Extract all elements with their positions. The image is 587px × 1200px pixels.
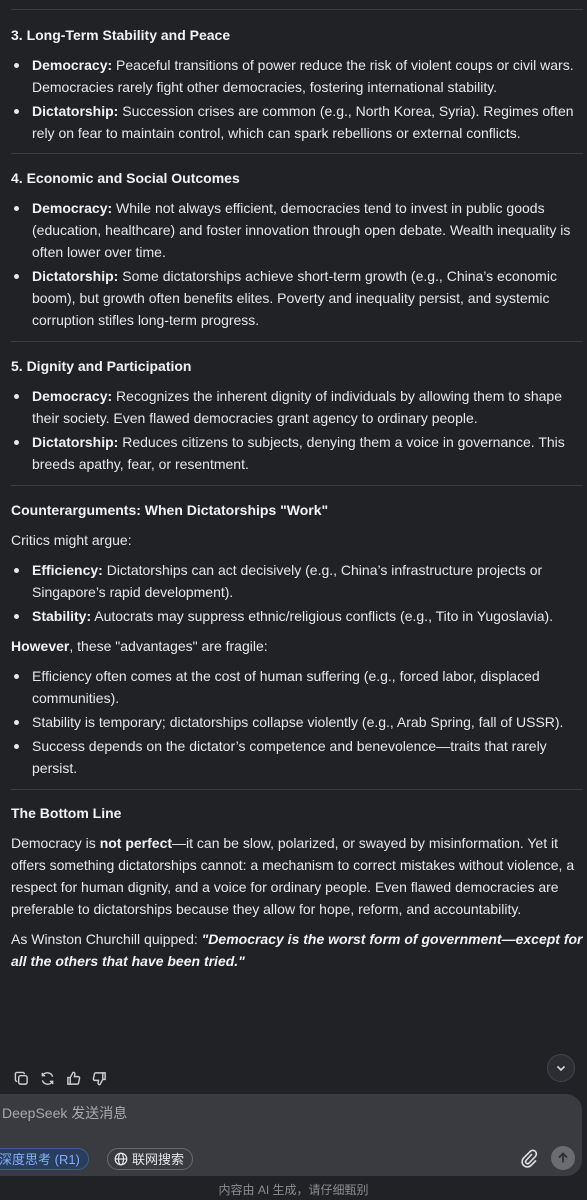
quote-paragraph: As Winston Churchill quipped: "Democracy…	[11, 928, 583, 972]
counterarguments-section: Counterarguments: When Dictatorships "Wo…	[11, 499, 583, 779]
bullet-label: Democracy:	[32, 388, 113, 404]
attach-button[interactable]	[518, 1148, 540, 1170]
section-title: The Bottom Line	[11, 805, 122, 821]
bullet-text: Autocrats may suppress ethnic/religious …	[94, 608, 554, 624]
section-title: 4. Economic and Social Outcomes	[11, 170, 240, 186]
however-text: However, these "advantages" are fragile:	[11, 635, 583, 657]
message-actions	[11, 1068, 109, 1088]
list-item: Dictatorship: Some dictatorships achieve…	[11, 265, 583, 331]
bullet-label: Democracy:	[32, 200, 113, 216]
bullet-label: Democracy:	[32, 57, 113, 73]
divider	[11, 9, 583, 10]
divider	[11, 153, 583, 154]
deep-think-toggle[interactable]: 深度思考 (R1)	[0, 1148, 89, 1170]
section-5: 5. Dignity and Participation Democracy: …	[11, 355, 583, 475]
section-title: 5. Dignity and Participation	[11, 358, 192, 374]
ai-disclaimer: 内容由 AI 生成，请仔细甄别	[218, 1183, 369, 1197]
paperclip-icon	[521, 1149, 538, 1168]
text-run: As Winston Churchill quipped:	[11, 931, 202, 947]
bullet-text: Dictatorships can act decisively (e.g., …	[32, 562, 543, 600]
assistant-message: 3. Long-Term Stability and Peace Democra…	[11, 0, 583, 972]
bullet-label: Dictatorship:	[32, 434, 119, 450]
bottom-paragraph: Democracy is not perfect—it can be slow,…	[11, 832, 583, 920]
scroll-down-button[interactable]	[547, 1054, 575, 1082]
bold-run: not perfect	[99, 835, 173, 851]
message-input[interactable]: DeepSeek 发送消息	[2, 1102, 522, 1124]
section-3: 3. Long-Term Stability and Peace Democra…	[11, 24, 583, 144]
however-bold: However	[11, 638, 70, 654]
list-item: Efficiency often comes at the cost of hu…	[11, 665, 583, 709]
list-item: Stability is temporary; dictatorships co…	[11, 711, 583, 733]
section-4: 4. Economic and Social Outcomes Democrac…	[11, 167, 583, 331]
web-search-toggle[interactable]: 联网搜索	[107, 1148, 194, 1170]
bullet-text: Peaceful transitions of power reduce the…	[32, 57, 574, 95]
list-item: Dictatorship: Reduces citizens to subjec…	[11, 431, 583, 475]
bullet-label: Dictatorship:	[32, 103, 119, 119]
bullet-text: While not always efficient, democracies …	[32, 200, 571, 260]
list-item: Success depends on the dictator’s compet…	[11, 735, 583, 779]
divider	[11, 485, 583, 486]
thumbs-down-icon[interactable]	[89, 1068, 109, 1088]
list-item: Stability: Autocrats may suppress ethnic…	[11, 605, 583, 627]
scroll-down-icon	[556, 1065, 566, 1072]
regenerate-icon[interactable]	[37, 1068, 57, 1088]
send-button[interactable]	[551, 1146, 575, 1170]
bullet-label: Dictatorship:	[32, 268, 119, 284]
divider	[11, 789, 583, 790]
bullet-text: Recognizes the inherent dignity of indiv…	[32, 388, 562, 426]
bullet-label: Efficiency:	[32, 562, 103, 578]
divider	[11, 341, 583, 342]
globe-icon	[114, 1152, 128, 1166]
however-rest: , these "advantages" are fragile:	[69, 638, 268, 654]
list-item: Dictatorship: Succession crises are comm…	[11, 100, 583, 144]
thumbs-up-icon[interactable]	[63, 1068, 83, 1088]
list-item: Efficiency: Dictatorships can act decisi…	[11, 559, 583, 603]
bottom-line-section: The Bottom Line Democracy is not perfect…	[11, 802, 583, 972]
list-item: Democracy: Peaceful transitions of power…	[11, 54, 583, 98]
section-title: 3. Long-Term Stability and Peace	[11, 27, 231, 43]
web-search-label: 联网搜索	[132, 1152, 185, 1167]
copy-icon[interactable]	[11, 1068, 31, 1088]
list-item: Democracy: Recognizes the inherent digni…	[11, 385, 583, 429]
bullet-label: Stability:	[32, 608, 92, 624]
text-run: Democracy is	[11, 835, 100, 851]
intro-text: Critics might argue:	[11, 532, 132, 548]
send-arrow-icon	[558, 1152, 568, 1163]
list-item: Democracy: While not always efficient, d…	[11, 197, 583, 263]
section-title: Counterarguments: When Dictatorships "Wo…	[11, 502, 329, 518]
